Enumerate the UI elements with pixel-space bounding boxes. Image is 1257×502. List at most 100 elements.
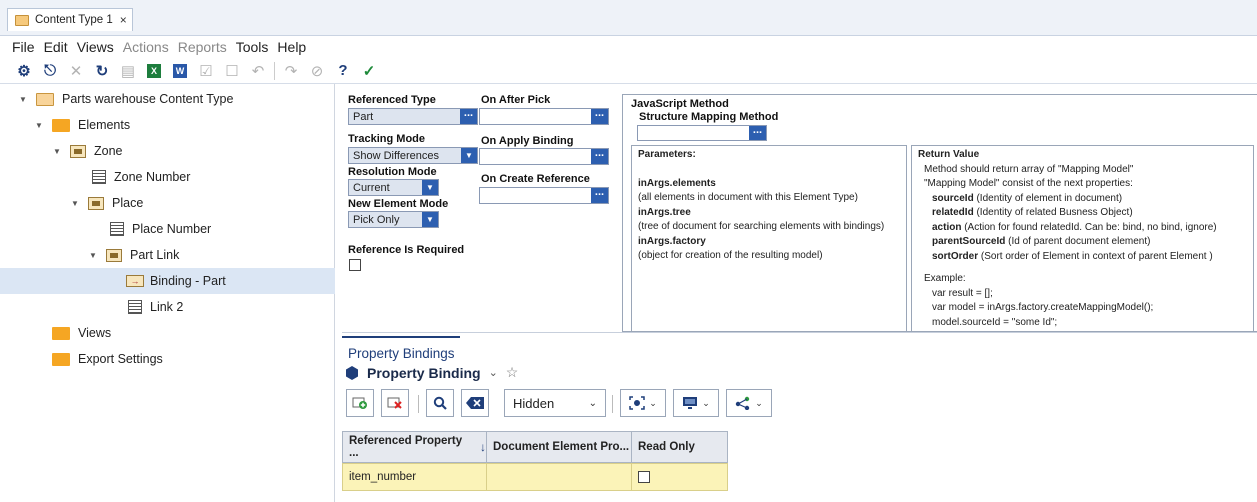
panel-splitter[interactable] <box>342 332 1257 333</box>
cell-document-element[interactable] <box>486 463 632 491</box>
menu-file[interactable]: File <box>12 39 35 55</box>
chevron-down-icon[interactable]: ▼ <box>422 180 438 195</box>
column-header-read-only[interactable]: Read Only <box>631 431 728 463</box>
referenced-type-field[interactable]: Part ... <box>348 108 478 125</box>
save-download-icon[interactable]: ⎋ <box>40 61 60 81</box>
field-parentsourceid-name: parentSourceId <box>932 236 1006 247</box>
cell-referenced-property[interactable]: item_number <box>342 463 487 491</box>
chevron-down-icon[interactable]: ▼ <box>52 147 62 156</box>
export-word-icon[interactable]: W <box>170 61 190 81</box>
lock-icon[interactable]: ☑ <box>196 61 216 81</box>
tree-node-export-settings[interactable]: Export Settings <box>0 346 335 372</box>
menu-reports[interactable]: Reports <box>178 39 227 55</box>
tree-node-elements[interactable]: ▼ Elements <box>0 112 335 138</box>
redo-icon[interactable]: ↷ <box>281 61 301 81</box>
refresh-icon[interactable]: ↻ <box>92 61 112 81</box>
delete-binding-button[interactable] <box>381 389 409 417</box>
close-tab-icon[interactable]: × <box>120 13 127 27</box>
menu-actions[interactable]: Actions <box>123 39 169 55</box>
clear-search-button[interactable] <box>461 389 489 417</box>
browse-dots-button[interactable]: ... <box>591 187 608 203</box>
browse-dots-button[interactable]: ... <box>591 108 608 124</box>
chevron-down-icon[interactable]: ⌄ <box>649 398 657 409</box>
share-menu-button[interactable]: ⌄ <box>726 389 772 417</box>
capture-menu-button[interactable]: ⌄ <box>620 389 666 417</box>
on-apply-binding-field[interactable]: ... <box>479 148 609 165</box>
menu-views[interactable]: Views <box>77 39 114 55</box>
column-header-label: Read Only <box>638 441 695 453</box>
field-relatedid-desc: (Identity of related Busness Object) <box>973 207 1133 218</box>
new-element-mode-value: Pick Only <box>353 214 400 226</box>
chevron-down-icon[interactable]: ▼ <box>34 121 44 130</box>
settings-gear-icon[interactable]: ⚙ <box>14 61 34 81</box>
on-create-reference-field[interactable]: ... <box>479 187 609 204</box>
browse-dots-button[interactable]: ... <box>591 148 608 164</box>
unlock-icon[interactable]: ☐ <box>222 61 242 81</box>
print-icon[interactable]: ▤ <box>118 61 138 81</box>
close-icon[interactable]: ✕ <box>66 61 86 81</box>
structure-mapping-method-field[interactable]: ... <box>637 125 767 141</box>
export-excel-icon[interactable]: X <box>144 61 164 81</box>
tree-node-label: Parts warehouse Content Type <box>62 92 234 106</box>
read-only-checkbox[interactable] <box>638 471 650 483</box>
undo-icon[interactable]: ↶ <box>248 61 268 81</box>
new-element-mode-select[interactable]: Pick Only ▼ <box>348 211 439 228</box>
add-binding-button[interactable] <box>346 389 374 417</box>
cell-read-only[interactable] <box>631 463 728 491</box>
tree-node-place[interactable]: ▼ Place <box>0 190 335 216</box>
search-button[interactable] <box>426 389 454 417</box>
validate-icon[interactable]: ⊘ <box>307 61 327 81</box>
property-binding-title: Property Binding <box>367 364 481 381</box>
param-factory-desc: (object for creation of the resulting mo… <box>638 250 823 261</box>
tree-node-label: Export Settings <box>78 352 163 366</box>
help-icon[interactable]: ? <box>333 61 353 81</box>
tree-node-binding-part[interactable]: → Binding - Part <box>0 268 335 294</box>
on-after-pick-field[interactable]: ... <box>479 108 609 125</box>
chevron-down-icon[interactable]: ⌄ <box>589 398 597 409</box>
tree-node-link2[interactable]: Link 2 <box>0 294 335 320</box>
chevron-down-icon[interactable]: ▼ <box>88 251 98 260</box>
tree-node-zone-number[interactable]: Zone Number <box>0 164 335 190</box>
param-elements-desc: (all elements in document with this Elem… <box>638 192 858 203</box>
field-parentsourceid-desc: (Id of parent document element) <box>1005 236 1151 247</box>
reference-required-checkbox[interactable] <box>349 259 361 271</box>
column-header-document-element[interactable]: Document Element Pro... <box>486 431 632 463</box>
menu-help[interactable]: Help <box>277 39 306 55</box>
star-icon[interactable]: ☆ <box>506 364 519 381</box>
chevron-down-icon[interactable]: ▼ <box>70 199 80 208</box>
chevron-down-icon[interactable]: ⌄ <box>755 398 763 409</box>
example-line-2: var model = inArgs.factory.createMapping… <box>932 302 1154 313</box>
javascript-method-title: JavaScript Method <box>631 98 729 110</box>
tree-node-place-number[interactable]: Place Number <box>0 216 335 242</box>
folder-icon <box>52 326 70 340</box>
chevron-down-icon[interactable]: ⌄ <box>702 398 710 409</box>
browse-dots-button[interactable]: ... <box>749 125 766 140</box>
return-line-1: Method should return array of "Mapping M… <box>924 163 1134 175</box>
tab-property-bindings[interactable]: Property Bindings <box>342 336 460 366</box>
visibility-filter-select[interactable]: Hidden ⌄ <box>504 389 606 417</box>
property-binding-header: Property Binding ⌄ ☆ <box>345 364 518 381</box>
resolution-mode-select[interactable]: Current ▼ <box>348 179 439 196</box>
column-header-referenced-property[interactable]: Referenced Property ... ↓ <box>342 431 487 463</box>
chevron-down-icon[interactable]: ▼ <box>422 212 438 227</box>
chevron-down-icon[interactable]: ▼ <box>18 95 28 104</box>
done-check-icon[interactable]: ✓ <box>359 61 379 81</box>
chevron-down-icon[interactable]: ⌄ <box>489 366 498 379</box>
tree-node-root[interactable]: ▼ Parts warehouse Content Type <box>0 86 335 112</box>
document-tab[interactable]: Content Type 1 × <box>7 8 133 31</box>
tree-node-part-link[interactable]: ▼ Part Link <box>0 242 335 268</box>
chevron-down-icon[interactable]: ▼ <box>461 148 477 163</box>
example-line-1: var result = []; <box>932 287 993 299</box>
browse-dots-button[interactable]: ... <box>460 108 477 124</box>
element-icon <box>88 196 104 210</box>
column-header-label: Referenced Property ... <box>349 435 463 459</box>
menu-edit[interactable]: Edit <box>44 39 68 55</box>
tree-node-zone[interactable]: ▼ Zone <box>0 138 335 164</box>
add-row-icon <box>352 397 367 409</box>
display-menu-button[interactable]: ⌄ <box>673 389 719 417</box>
menu-tools[interactable]: Tools <box>236 39 269 55</box>
tracking-mode-select[interactable]: Show Differences ▼ <box>348 147 478 164</box>
monitor-icon <box>683 397 698 409</box>
property-list-icon <box>110 222 124 236</box>
tree-node-views[interactable]: Views <box>0 320 335 346</box>
